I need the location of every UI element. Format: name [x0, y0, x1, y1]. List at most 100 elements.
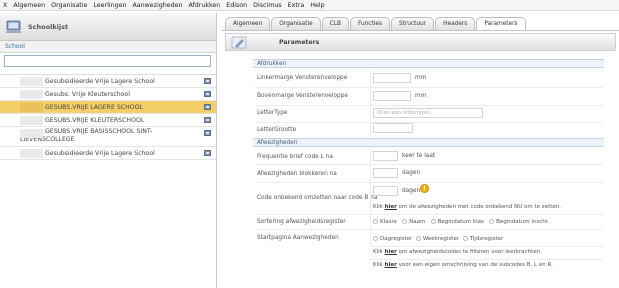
tab-divider: [222, 30, 619, 31]
note-text: voor een eigen omschrijving van de subco…: [396, 262, 553, 268]
startpagina-options: Dagregister Weekregister Tijdsregister: [373, 235, 504, 242]
tab-algemeen[interactable]: Algemeen: [225, 17, 271, 30]
menu-leerlingen[interactable]: Leerlingen: [93, 2, 126, 9]
section-afwezigheden: Afwezigheden: [253, 138, 604, 147]
bovenmarge-input[interactable]: [373, 91, 411, 101]
radio-label: Weekregister: [422, 236, 460, 242]
column-divider: [370, 70, 371, 137]
linkermarge-unit: mm: [415, 75, 427, 81]
settings-panel: Algemeen Organisatie CLB Functies Struct…: [222, 13, 619, 288]
omzetten-input[interactable]: [373, 186, 398, 196]
computer-icon: [6, 20, 21, 33]
sortering-radio-naam[interactable]: Naam: [402, 218, 425, 225]
tab-parameters[interactable]: Parameters: [476, 17, 526, 30]
school-list: Gesubsidieerde Vrije Lagere School Gesub…: [0, 74, 216, 160]
radio-label: Tijdsregister: [469, 236, 504, 242]
omzetten-note: Klik hier om de afwezigheden met code on…: [373, 204, 561, 210]
radio-label: Begindatum inschr.: [496, 219, 550, 225]
school-logo: [20, 103, 43, 112]
sortering-radio-begindatum-inschr[interactable]: Begindatum inschr.: [489, 218, 550, 225]
blokkeren-input[interactable]: [373, 168, 398, 178]
school-row[interactable]: Gesubsidieerde Vrije Lagere School: [0, 75, 216, 88]
school-logo: [20, 90, 43, 99]
radio-icon: [402, 218, 408, 224]
lettertype-placeholder: (Kies een lettertype): [377, 110, 431, 116]
school-row[interactable]: GESUBS.VRIJE KLEUTERSCHOOL: [0, 114, 216, 127]
startpagina-radio-dagregister[interactable]: Dagregister: [373, 235, 412, 242]
menu-discimus[interactable]: Discimus: [253, 2, 282, 9]
filter-codes-link[interactable]: hier: [385, 249, 397, 255]
omzetten-suffix: dagen: [402, 188, 421, 194]
tab-bar: Algemeen Organisatie CLB Functies Struct…: [225, 17, 527, 30]
menu-algemeen[interactable]: Algemeen: [13, 2, 45, 9]
tab-organisatie[interactable]: Organisatie: [271, 17, 321, 30]
frequentie-suffix: keer te laat: [402, 153, 436, 159]
row-divider: [255, 229, 603, 230]
sortering-radio-klasre[interactable]: Klasre: [373, 218, 397, 225]
school-row[interactable]: Gesubsidieerde Vrije Lagere School: [0, 147, 216, 160]
menu-aanwezigheden[interactable]: Aanwezigheden: [133, 2, 183, 9]
school-detail-icon[interactable]: [204, 78, 211, 84]
radio-icon: [430, 218, 436, 224]
frequentie-input[interactable]: [373, 151, 398, 161]
bovenmarge-label: Bovenmarge Vensterenveloppe: [257, 93, 348, 99]
lettergrootte-input[interactable]: [373, 123, 413, 133]
school-column-header[interactable]: School: [0, 41, 216, 53]
school-detail-icon[interactable]: [204, 117, 211, 123]
tab-structuur[interactable]: Structuur: [390, 17, 435, 30]
info-icon[interactable]: !: [420, 184, 429, 193]
school-row[interactable]: Gesubs. Vrije Kleuterschool: [0, 88, 216, 101]
menu-close[interactable]: X: [3, 2, 7, 9]
radio-label: Klasre: [380, 219, 397, 225]
school-search-input[interactable]: [4, 55, 211, 67]
omzetten-label: Code onbekend omzetten naar code B na: [257, 195, 378, 201]
menu-organisatie[interactable]: Organisatie: [51, 2, 87, 9]
school-detail-icon[interactable]: [204, 91, 211, 97]
school-name: Gesubs. Vrije Kleuterschool: [45, 90, 130, 98]
school-row[interactable]: GESUBS.VRIJE BASISSCHOOL SINT-LIEVENSCOL…: [0, 127, 216, 147]
school-logo: [20, 149, 43, 158]
linkermarge-input[interactable]: [373, 73, 411, 83]
menu-bar: X Algemeen Organisatie Leerlingen Aanwez…: [0, 0, 619, 11]
omzetten-now-link[interactable]: hier: [385, 204, 397, 210]
tab-clb[interactable]: CLB: [321, 17, 349, 30]
bovenmarge-unit: mm: [415, 93, 427, 99]
linkermarge-label: Linkermarge Vensterenveloppe: [257, 75, 348, 81]
tab-headers[interactable]: Headers: [435, 17, 476, 30]
startpagina-radio-tijdsregister[interactable]: Tijdsregister: [462, 235, 504, 242]
tab-functies[interactable]: Functies: [349, 17, 390, 30]
school-list-panel: Schoolkijst School Gesubsidieerde Vrije …: [0, 13, 217, 288]
sortering-radio-begindatum-klas[interactable]: Begindatum klas: [430, 218, 484, 225]
row-divider: [255, 87, 603, 88]
row-divider: [255, 164, 603, 165]
startpagina-radio-weekregister[interactable]: Weekregister: [415, 235, 460, 242]
note-text: Klik: [373, 249, 385, 255]
sortering-options: Klasre Naam Begindatum klas Begindatum i…: [373, 218, 550, 225]
lettertype-label: LetterType: [257, 110, 288, 116]
radio-icon: [489, 218, 495, 224]
radio-icon: [373, 235, 378, 241]
row-divider: [370, 246, 603, 247]
filter-codes-note: Klik hier om afwezigheidscodes te filter…: [373, 249, 542, 255]
school-list-header: Schoolkijst: [0, 13, 216, 41]
menu-afdrukken[interactable]: Afdrukken: [188, 2, 220, 9]
school-detail-icon[interactable]: [204, 130, 211, 136]
school-name: GESUBS.VRIJE KLEUTERSCHOOL: [45, 116, 145, 124]
edit-icon: [231, 36, 247, 48]
school-logo: [20, 129, 43, 138]
note-text: om afwezigheidscodes te filteren voor le…: [396, 249, 542, 255]
menu-edison[interactable]: Edison: [226, 2, 247, 9]
blokkeren-suffix: dagen: [402, 170, 421, 176]
school-row-selected[interactable]: GESUBS.VRIJE LAGERE SCHOOL: [0, 101, 216, 114]
radio-label: Begindatum klas: [437, 219, 484, 225]
lettertype-select[interactable]: (Kies een lettertype): [373, 108, 483, 118]
menu-extra[interactable]: Extra: [288, 2, 305, 9]
school-name: Gesubsidieerde Vrije Lagere School: [45, 77, 155, 85]
school-detail-icon[interactable]: [204, 104, 211, 110]
menu-help[interactable]: Help: [310, 2, 324, 9]
sortering-label: Sortering afwezigheidsregister: [257, 219, 346, 225]
subcodes-link[interactable]: hier: [385, 262, 397, 268]
note-text: Klik: [373, 262, 385, 268]
school-logo: [20, 116, 43, 125]
school-detail-icon[interactable]: [204, 150, 211, 156]
